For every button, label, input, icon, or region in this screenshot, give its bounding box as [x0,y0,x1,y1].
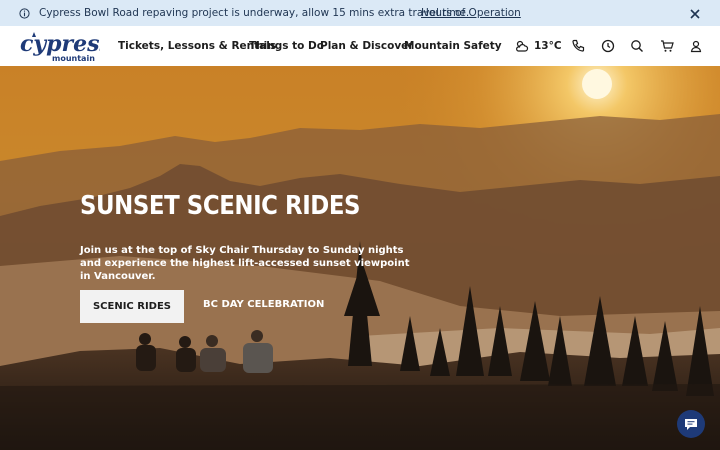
chat-icon [685,419,697,430]
nav-mountain-safety[interactable]: Mountain Safety [404,40,502,52]
hero-section: SUNSET SCENIC RIDES Join us at the top o… [0,66,720,450]
user-icon[interactable] [688,38,704,54]
phone-icon[interactable] [570,38,586,54]
scenic-rides-button[interactable]: SCENIC RIDES [80,290,184,323]
hero-title: SUNSET SCENIC RIDES [80,191,361,221]
close-icon[interactable] [688,7,702,21]
hours-of-operation-link[interactable]: Hours of Operation [421,7,521,19]
chat-button[interactable] [677,410,705,438]
logo-sub-text: mountain [52,54,95,63]
partly-cloudy-icon [516,40,529,52]
weather-widget[interactable]: 13°C [515,38,562,54]
clock-icon[interactable] [600,38,616,54]
alert-banner: Cypress Bowl Road repaving project is un… [0,0,720,26]
cypress-mountain-logo[interactable]: cypress mountain [18,29,100,63]
nav-things-to-do[interactable]: Things to Do [249,40,324,52]
hero-subtitle: Join us at the top of Sky Chair Thursday… [80,245,410,282]
nav-plan-discover[interactable]: Plan & Discover [320,40,413,52]
site-header: cypress mountain Tickets, Lessons & Rent… [0,26,720,66]
search-icon[interactable] [629,38,645,54]
bc-day-celebration-button[interactable]: BC DAY CELEBRATION [203,299,324,310]
info-icon [19,8,30,19]
cart-icon[interactable] [659,38,675,54]
weather-temperature: 13°C [534,40,562,52]
alert-message: Cypress Bowl Road repaving project is un… [39,7,470,19]
